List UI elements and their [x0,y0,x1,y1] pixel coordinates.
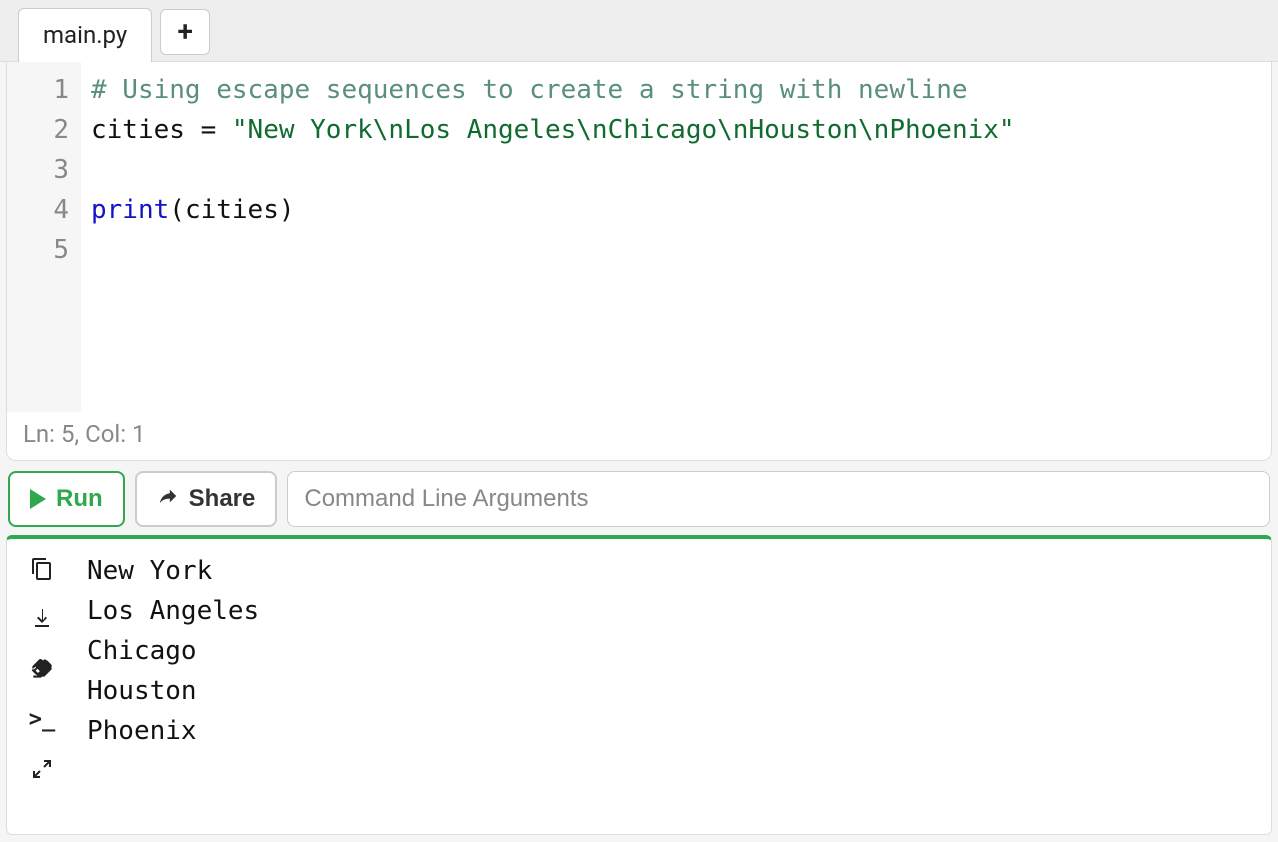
line-number: 4 [7,190,69,230]
line-number: 3 [7,150,69,190]
output-line: Houston [87,671,1261,711]
editor-area: 12345 # Using escape sequences to create… [7,62,1271,412]
line-number: 1 [7,70,69,110]
toolbar: Run Share [0,461,1278,535]
code-line[interactable]: # Using escape sequences to create a str… [91,70,1261,110]
run-button[interactable]: Run [8,471,125,527]
line-number: 5 [7,230,69,270]
output-sidebar: >_ [7,539,77,834]
play-icon [30,489,46,509]
output-panel: >_ New YorkLos AngelesChicagoHoustonPhoe… [6,535,1272,835]
eraser-icon[interactable] [28,655,56,683]
status-bar: Ln: 5, Col: 1 [7,412,1271,460]
tab-bar: main.py + [0,0,1278,62]
code-line[interactable]: cities = "New York\nLos Angeles\nChicago… [91,110,1261,150]
code-editor[interactable]: # Using escape sequences to create a str… [81,62,1271,412]
code-line[interactable] [91,150,1261,190]
line-gutter: 12345 [7,62,81,412]
editor-container: 12345 # Using escape sequences to create… [6,62,1272,461]
tab-main-py[interactable]: main.py [18,8,152,62]
share-button[interactable]: Share [135,471,278,527]
terminal-icon[interactable]: >_ [28,705,56,733]
share-icon [157,485,179,514]
download-icon[interactable] [28,605,56,633]
code-line[interactable]: print(cities) [91,190,1261,230]
share-button-label: Share [189,485,256,513]
copy-icon[interactable] [28,555,56,583]
output-content[interactable]: New YorkLos AngelesChicagoHoustonPhoenix [77,539,1271,834]
command-line-args-input[interactable] [287,471,1270,527]
output-line: New York [87,551,1261,591]
output-line: Phoenix [87,711,1261,751]
line-number: 2 [7,110,69,150]
output-line: Chicago [87,631,1261,671]
run-button-label: Run [56,485,103,513]
cursor-position: Ln: 5, Col: 1 [23,420,146,448]
code-line[interactable] [91,230,1261,270]
output-line: Los Angeles [87,591,1261,631]
add-tab-button[interactable]: + [160,9,210,55]
expand-icon[interactable] [28,755,56,783]
plus-icon: + [178,15,193,48]
tab-label: main.py [43,21,127,49]
